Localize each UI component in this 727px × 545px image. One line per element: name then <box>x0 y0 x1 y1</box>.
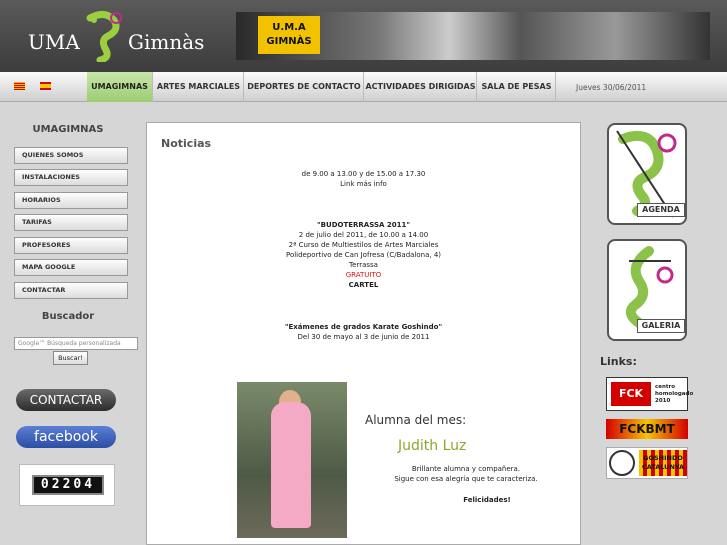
student-photo <box>237 382 347 538</box>
alumna-name: Judith Luz <box>398 438 467 454</box>
alumna-congrats: Felicidades! <box>463 496 511 504</box>
banner-badge: U.M.A GIMNÀS <box>258 16 320 54</box>
fck-logo-text: FCK <box>611 382 651 406</box>
header-banner: U.M.A GIMNÀS <box>236 12 710 60</box>
sidebar-item-mapa-google[interactable]: MAPA GOOGLE <box>14 259 128 276</box>
sidebar-item-instalaciones[interactable]: INSTALACIONES <box>14 169 128 186</box>
left-sidebar: UMAGIMNAS QUIENES SOMOS INSTALACIONES HO… <box>0 103 140 545</box>
news-link-more-info[interactable]: Link más info <box>147 179 580 189</box>
photo-kimono <box>271 402 311 528</box>
counter-digits: 02204 <box>32 475 104 495</box>
alumna-title: Alumna del mes: <box>365 413 467 427</box>
logo-text-gimnas: Gimnàs <box>128 30 205 54</box>
alumna-text: Sigue con esa alegría que te caracteriza… <box>394 475 538 483</box>
flag-spanish-icon[interactable] <box>40 82 51 90</box>
main-nav: UMAGIMNAS ARTES MARCIALES DEPORTES DE CO… <box>0 72 727 102</box>
news-line: GRATUITO <box>345 271 382 279</box>
nav-actividades-dirigidas[interactable]: ACTIVIDADES DIRIGIDAS <box>365 72 477 102</box>
alumna-text: Brillante alumna y compañera. <box>411 465 521 473</box>
sidebar-item-profesores[interactable]: PROFESORES <box>14 237 128 254</box>
current-date: Jueves 30/06/2011 <box>576 83 647 92</box>
news-line: "BUDOTERRASSA 2011" <box>317 221 410 229</box>
sidebar-title: UMAGIMNAS <box>32 124 104 135</box>
fck-logo-caption: centro homologado 2010 <box>655 384 694 404</box>
agenda-tile[interactable]: AGENDA <box>607 123 687 225</box>
right-sidebar: AGENDA GALERIA Links: FCK centro homolog… <box>590 103 727 545</box>
nav-artes-marciales[interactable]: ARTES MARCIALES <box>154 72 244 102</box>
news-panel: Noticias de 9.00 a 13.00 y de 15.00 a 17… <box>146 122 581 545</box>
news-link-cartel[interactable]: CARTEL <box>147 280 580 290</box>
search-button[interactable]: Buscar! <box>53 351 88 365</box>
goshindo-emblem-icon <box>609 450 635 476</box>
site-logo[interactable]: UMA Gimnàs <box>28 10 208 62</box>
contact-button[interactable]: CONTACTAR <box>16 389 116 411</box>
link-fck[interactable]: FCK centro homologado 2010 <box>606 377 694 411</box>
nav-umagimnas[interactable]: UMAGIMNAS <box>87 72 153 102</box>
news-line: Polideportivo de Can Jofresa (C/Badalona… <box>285 251 442 259</box>
goshindo-logo-text: GOSHINDO CATALUNYA <box>639 450 687 476</box>
sidebar-item-contactar[interactable]: CONTACTAR <box>14 282 128 299</box>
search-input[interactable]: Google™ Búsqueda personalizada <box>14 337 138 350</box>
galeria-tile[interactable]: GALERIA <box>607 239 687 341</box>
link-fckbmt[interactable]: FCKBMT <box>606 419 688 439</box>
page-title: Noticias <box>161 137 212 150</box>
news-line: Terrassa <box>349 261 378 269</box>
nav-sala-pesas[interactable]: SALA DE PESAS <box>478 72 556 102</box>
sidebar-item-tarifas[interactable]: TARIFAS <box>14 214 128 231</box>
news-line: Del 30 de mayo al 3 de junio de 2011 <box>297 333 430 341</box>
nav-deportes-contacto[interactable]: DEPORTES DE CONTACTO <box>245 72 364 102</box>
news-line: "Exámenes de grados Karate Goshindo" <box>284 323 443 331</box>
flag-catalan-icon[interactable] <box>14 82 25 90</box>
search-title: Buscador <box>41 311 95 322</box>
agenda-label: AGENDA <box>637 203 685 217</box>
news-line: de 9.00 a 13.00 y de 15.00 a 17.30 <box>301 170 426 178</box>
facebook-button[interactable]: facebook <box>16 426 116 448</box>
sidebar-item-horarios[interactable]: HORARIOS <box>14 192 128 209</box>
links-title: Links: <box>600 355 637 368</box>
news-line: 2ª Curso de Multiestilos de Artes Marcia… <box>288 241 439 249</box>
news-line: 2 de julio del 2011, de 10.00 a 14.00 <box>298 231 429 239</box>
visit-counter: 02204 <box>19 464 115 506</box>
sidebar-item-quienes-somos[interactable]: QUIENES SOMOS <box>14 147 128 164</box>
galeria-label: GALERIA <box>637 319 685 333</box>
logo-text-uma: UMA <box>28 30 80 54</box>
link-goshindo[interactable]: GOSHINDO CATALUNYA <box>606 447 688 479</box>
lizard-logo-icon <box>86 11 122 62</box>
header: UMA Gimnàs U.M.A GIMNÀS <box>0 0 727 72</box>
